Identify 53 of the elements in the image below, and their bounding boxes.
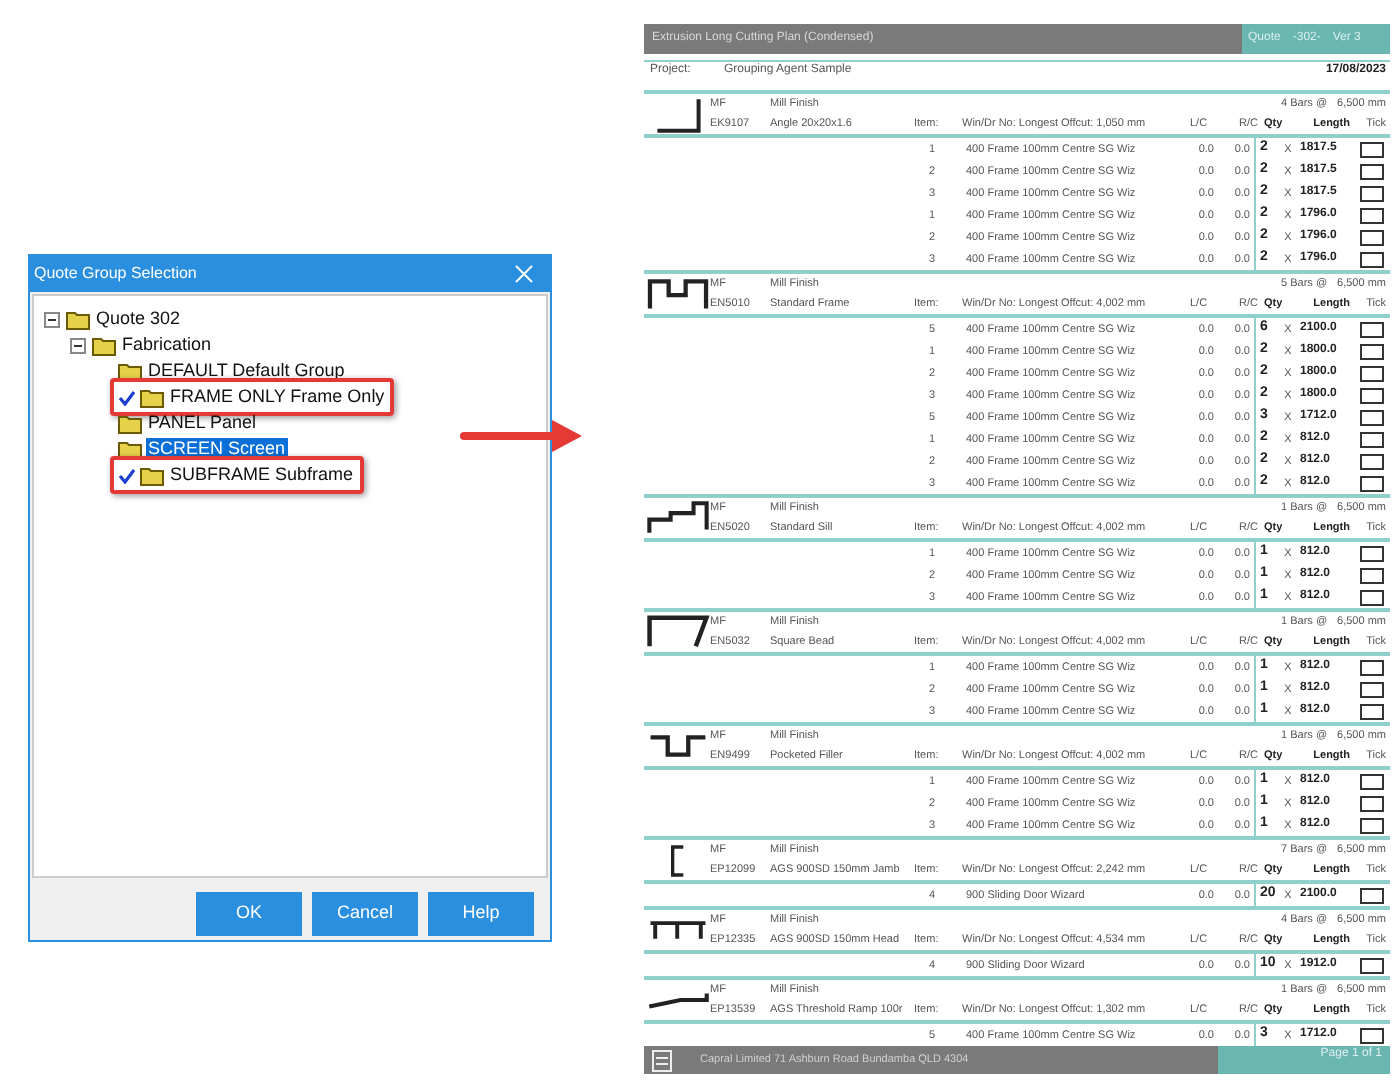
folder-icon [118,413,142,433]
tick-box[interactable] [1360,431,1384,448]
tick-box[interactable] [1360,817,1384,834]
tick-box[interactable] [1360,453,1384,470]
window-title: Quote Group Selection [34,262,197,286]
tree-item[interactable]: SUBFRAME Subframe [168,464,356,486]
tick-box[interactable] [1360,141,1384,158]
tree-item[interactable]: DEFAULT Default Group [146,360,347,382]
check-icon[interactable] [118,389,136,405]
profile-drawing [645,734,709,759]
tick-box[interactable] [1360,409,1384,426]
profile-drawing [645,500,709,537]
check-icon[interactable] [118,467,136,483]
tree-item[interactable]: Quote 302 [94,308,183,330]
tick-box[interactable] [1360,343,1384,360]
tree-item[interactable]: FRAME ONLY Frame Only [168,386,387,408]
tick-box[interactable] [1360,1027,1384,1044]
tick-box[interactable] [1360,387,1384,404]
folder-icon [66,309,90,329]
tick-box[interactable] [1360,475,1384,492]
tick-box[interactable] [1360,659,1384,676]
arrow [460,416,584,456]
collapse-icon[interactable] [70,337,86,353]
tick-box[interactable] [1360,773,1384,790]
tick-box[interactable] [1360,957,1384,974]
folder-icon [92,335,116,355]
close-icon[interactable] [514,264,534,284]
tick-box[interactable] [1360,229,1384,246]
tick-box[interactable] [1360,567,1384,584]
tree-item[interactable]: PANEL Panel [146,412,259,434]
profile-drawing [645,919,709,942]
collapse-icon[interactable] [44,311,60,327]
tick-box[interactable] [1360,251,1384,268]
tick-box[interactable] [1360,321,1384,338]
tree-item[interactable]: Fabrication [120,334,214,356]
tick-box[interactable] [1360,589,1384,606]
tick-box[interactable] [1360,887,1384,904]
folder-icon [140,387,164,407]
tick-box[interactable] [1360,795,1384,812]
tick-box[interactable] [1360,185,1384,202]
tick-box[interactable] [1360,207,1384,224]
profile-drawing [645,614,709,651]
tick-box[interactable] [1360,681,1384,698]
tick-box[interactable] [1360,365,1384,382]
profile-drawing [669,843,685,878]
folder-icon [140,465,164,485]
tick-box[interactable] [1360,163,1384,180]
document-icon [652,1049,672,1072]
profile-drawing [653,95,701,134]
profile-drawing [645,277,709,312]
tick-box[interactable] [1360,703,1384,720]
profile-drawing [645,990,709,1011]
tick-box[interactable] [1360,545,1384,562]
